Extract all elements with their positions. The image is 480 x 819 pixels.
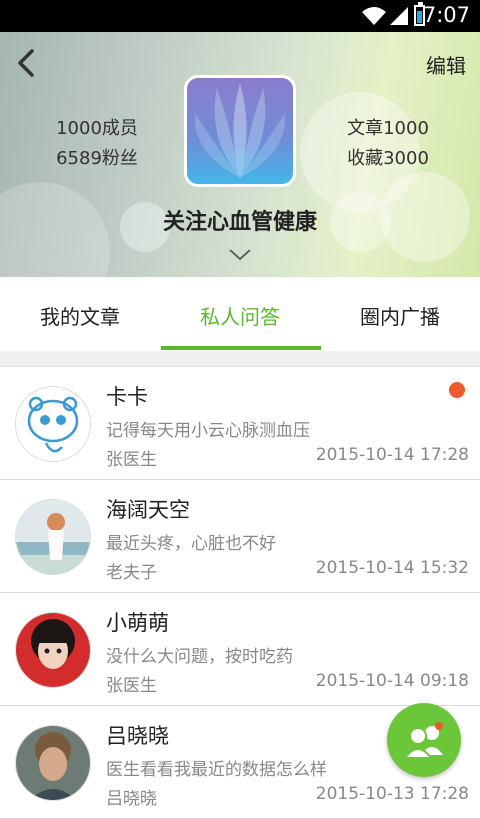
message-preview: 医生看看我最近的数据怎么样 (106, 760, 327, 780)
message-preview: 记得每天用小云心脉测血压 (106, 421, 310, 441)
contacts-icon (403, 722, 443, 759)
tab-private-qa[interactable]: 私人问答 (160, 277, 320, 351)
tab-bar: 我的文章 私人问答 圈内广播 (0, 277, 480, 352)
chevron-down-icon[interactable] (228, 248, 252, 262)
divider (0, 351, 480, 367)
doctor-name: 张医生 (106, 450, 157, 470)
timestamp: 2015-10-14 17:28 (315, 445, 469, 465)
avatar (15, 612, 91, 688)
group-header: 编辑 1000成员 6589粉丝 文章1000 收藏3000 关注心血管健康 (0, 32, 480, 277)
favorite-count: 收藏3000 (347, 148, 429, 169)
article-count: 文章1000 (347, 118, 429, 139)
contacts-fab-button[interactable] (387, 703, 461, 777)
message-preview: 没什么大问题，按时吃药 (106, 647, 293, 667)
doctor-name: 吕晓晓 (106, 789, 157, 809)
doctor-name: 老夫子 (106, 563, 157, 583)
sender-name: 吕晓晓 (106, 724, 169, 748)
status-bar: 7:07 (0, 0, 480, 32)
list-item[interactable]: 小萌萌 没什么大问题，按时吃药 张医生 2015-10-14 09:18 (0, 593, 480, 706)
fan-count: 6589粉丝 (56, 148, 138, 169)
group-name: 关注心血管健康 (162, 210, 317, 235)
edit-button[interactable]: 编辑 (426, 50, 466, 79)
sender-name: 卡卡 (106, 385, 148, 409)
message-preview: 最近头疼，心脏也不好 (106, 534, 276, 554)
avatar (15, 386, 91, 462)
tab-my-articles[interactable]: 我的文章 (0, 277, 160, 351)
member-count: 1000成员 (56, 118, 138, 139)
status-time: 7:07 (422, 3, 470, 27)
wifi-icon (362, 7, 386, 25)
sender-name: 海阔天空 (106, 498, 190, 522)
timestamp: 2015-10-14 15:32 (315, 558, 469, 578)
signal-icon (390, 7, 408, 25)
back-button[interactable] (12, 46, 42, 80)
timestamp: 2015-10-14 09:18 (315, 671, 469, 691)
unread-badge (449, 382, 465, 398)
tab-circle-broadcast[interactable]: 圈内广播 (320, 277, 480, 351)
stats-left: 1000成员 6589粉丝 (52, 114, 142, 174)
list-item[interactable]: 卡卡 记得每天用小云心脉测血压 张医生 2015-10-14 17:28 (0, 367, 480, 480)
list-item[interactable]: 海阔天空 最近头疼，心脏也不好 老夫子 2015-10-14 15:32 (0, 480, 480, 593)
stats-right: 文章1000 收藏3000 (338, 114, 438, 174)
sender-name: 小萌萌 (106, 611, 169, 635)
avatar (15, 725, 91, 801)
avatar (15, 499, 91, 575)
group-logo (184, 75, 296, 187)
timestamp: 2015-10-13 17:28 (315, 784, 469, 804)
active-tab-indicator (161, 346, 321, 350)
doctor-name: 张医生 (106, 676, 157, 696)
